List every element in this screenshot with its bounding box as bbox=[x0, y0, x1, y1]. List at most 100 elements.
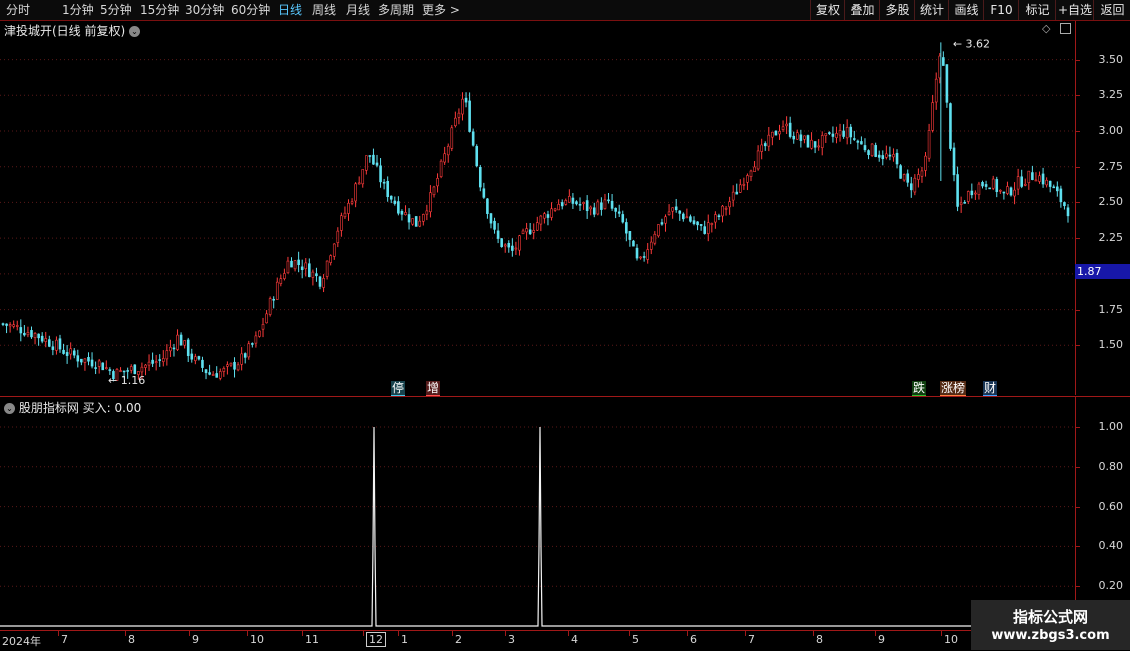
candle-body bbox=[642, 256, 646, 258]
timeframe-4[interactable]: 30分钟 bbox=[185, 2, 224, 18]
candle-body bbox=[852, 138, 856, 140]
event-badge[interactable]: 停 bbox=[391, 381, 406, 396]
candle-body bbox=[945, 64, 949, 103]
timeframe-1[interactable]: 1分钟 bbox=[62, 2, 94, 18]
candle-body bbox=[72, 350, 76, 356]
candle-body bbox=[26, 332, 30, 336]
timeframe-6[interactable]: 日线 bbox=[278, 2, 302, 18]
candle-body bbox=[981, 182, 984, 187]
candle-body bbox=[336, 230, 340, 243]
candle-body bbox=[386, 181, 389, 197]
candle-body bbox=[909, 183, 913, 191]
toolbar-button-6[interactable]: 标记 bbox=[1018, 0, 1056, 20]
candle-body bbox=[952, 147, 956, 176]
toolbar-button-8[interactable]: 返回 bbox=[1093, 0, 1130, 20]
candle-body bbox=[610, 200, 614, 209]
candle-body bbox=[283, 273, 286, 279]
candle-body bbox=[261, 324, 265, 330]
candle-body bbox=[639, 256, 642, 259]
candle-body bbox=[546, 214, 550, 218]
candle-body bbox=[674, 206, 678, 211]
candle-body bbox=[774, 130, 778, 136]
date-tick: 10 bbox=[250, 633, 264, 646]
candle-body bbox=[1, 323, 5, 325]
candle-body bbox=[528, 229, 532, 235]
timeframe-0[interactable]: 分时 bbox=[6, 2, 30, 18]
candle-body bbox=[927, 130, 931, 159]
timeframe-7[interactable]: 周线 bbox=[312, 2, 336, 18]
candle-body bbox=[293, 260, 297, 270]
candle-body bbox=[660, 222, 664, 225]
candle-body bbox=[795, 132, 799, 140]
candle-body bbox=[667, 211, 671, 216]
candle-body bbox=[229, 362, 233, 366]
date-tick-mark bbox=[813, 631, 814, 636]
candle-body bbox=[578, 203, 582, 206]
candle-body bbox=[1009, 187, 1013, 196]
candle-body bbox=[521, 230, 525, 234]
candle-body bbox=[446, 145, 450, 156]
candle-body bbox=[268, 298, 272, 315]
timeframe-9[interactable]: 多周期 bbox=[378, 2, 414, 18]
candle-body bbox=[902, 174, 906, 181]
candle-body bbox=[471, 131, 475, 146]
candle-body bbox=[920, 170, 924, 177]
candlestick-chart[interactable]: ← 3.62 ← 1.16 bbox=[0, 21, 1075, 395]
main-price-axis: 3.503.253.002.752.502.252.001.751.50 bbox=[1075, 21, 1130, 395]
candle-body bbox=[104, 367, 108, 369]
price-tick-mark bbox=[1076, 345, 1080, 347]
timeframe-8[interactable]: 月线 bbox=[346, 2, 370, 18]
price-tick: 3.25 bbox=[1098, 88, 1124, 102]
candle-body bbox=[179, 334, 183, 346]
candle-body bbox=[461, 98, 464, 115]
candle-body bbox=[325, 260, 329, 277]
candle-body bbox=[560, 202, 564, 207]
candle-body bbox=[724, 207, 728, 210]
candle-body bbox=[735, 191, 739, 195]
toolbar-button-7[interactable]: +自选 bbox=[1055, 0, 1094, 20]
candle-body bbox=[931, 102, 934, 131]
candle-body bbox=[318, 276, 322, 287]
indicator-tick-mark bbox=[1076, 426, 1080, 428]
high-price-label: ← 3.62 bbox=[953, 37, 990, 50]
toolbar-button-4[interactable]: 画线 bbox=[948, 0, 984, 20]
candle-body bbox=[475, 146, 479, 167]
indicator-chart[interactable] bbox=[0, 397, 1075, 629]
candle-body bbox=[906, 173, 910, 183]
candle-body bbox=[372, 154, 375, 165]
timeframe-2[interactable]: 5分钟 bbox=[100, 2, 132, 18]
toolbar-button-0[interactable]: 复权 bbox=[810, 0, 845, 20]
candle-body bbox=[974, 192, 977, 195]
toolbar-button-3[interactable]: 统计 bbox=[914, 0, 949, 20]
candle-body bbox=[400, 211, 404, 215]
candle-body bbox=[482, 188, 486, 198]
candle-body bbox=[856, 140, 860, 143]
candle-body bbox=[379, 165, 382, 183]
toolbar-button-2[interactable]: 多股 bbox=[879, 0, 915, 20]
timeframe-3[interactable]: 15分钟 bbox=[140, 2, 179, 18]
event-badge[interactable]: 财 bbox=[983, 381, 998, 396]
candle-body bbox=[617, 211, 621, 214]
timeframe-10[interactable]: 更多 > bbox=[422, 2, 460, 18]
candle-body bbox=[1023, 183, 1027, 186]
candle-body bbox=[792, 135, 796, 140]
candle-body bbox=[33, 333, 37, 338]
candle-body bbox=[222, 368, 226, 372]
candle-body bbox=[1013, 189, 1016, 197]
toolbar-button-5[interactable]: F10 bbox=[983, 0, 1019, 20]
candle-body bbox=[924, 155, 927, 171]
candle-body bbox=[525, 228, 528, 233]
candle-body bbox=[592, 207, 596, 215]
candle-body bbox=[966, 191, 970, 202]
timeframe-5[interactable]: 60分钟 bbox=[231, 2, 270, 18]
candle-body bbox=[69, 348, 72, 355]
candle-body bbox=[539, 215, 543, 225]
event-badge[interactable]: 跌 bbox=[912, 381, 927, 396]
toolbar-button-1[interactable]: 叠加 bbox=[844, 0, 880, 20]
candle-body bbox=[233, 361, 236, 370]
candle-body bbox=[835, 133, 838, 138]
candle-body bbox=[55, 339, 58, 351]
event-badge[interactable]: 涨榜 bbox=[940, 381, 967, 396]
event-badge[interactable]: 增 bbox=[426, 381, 441, 396]
candle-body bbox=[418, 220, 422, 227]
